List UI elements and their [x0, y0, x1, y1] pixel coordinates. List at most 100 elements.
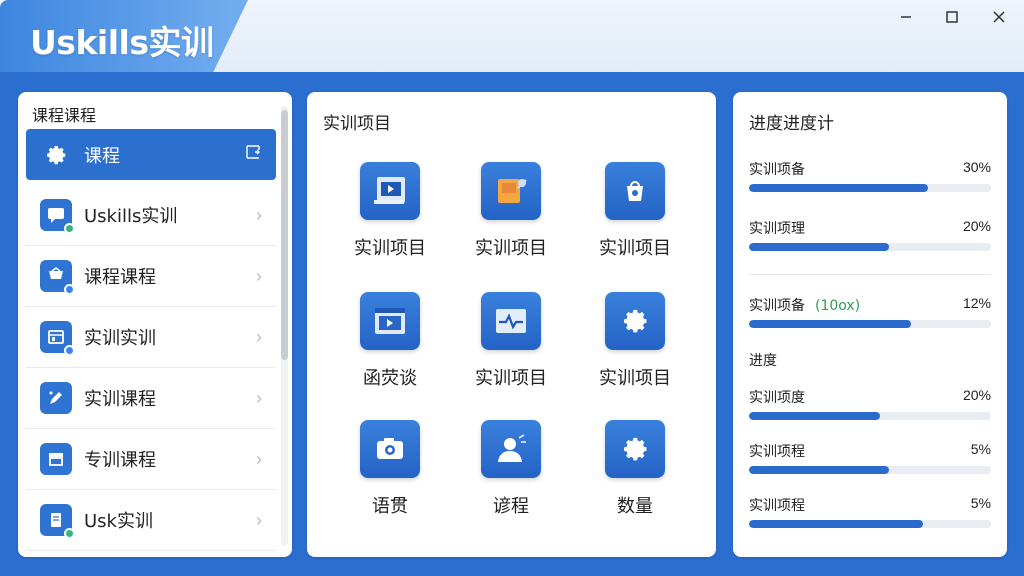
user-icon: [481, 420, 541, 478]
scrollbar-thumb[interactable]: [281, 110, 288, 360]
sidebar-item-label: Usk实训: [84, 511, 153, 532]
sidebar-item-special-course[interactable]: 专训课程 ›: [26, 429, 276, 490]
sidebar-list: 课程 Uskills实训 › 课程课程 › 实训实训 › 实训课程 › 专训课程…: [26, 129, 276, 551]
progress-value: 20%: [962, 387, 991, 403]
sidebar-scrollbar[interactable]: [281, 106, 288, 546]
progress-panel: 进度进度计 实训项备 30% 实训项理 20% 实训项备 (10ox) 12% 进…: [733, 92, 1007, 557]
project-tile[interactable]: 实训项目: [466, 292, 556, 412]
sidebar-item-uskills[interactable]: Uskills实训 ›: [26, 185, 276, 246]
projects-title: 实训项目: [323, 114, 391, 134]
progress-row: 实训项备 (10ox) 12%: [749, 295, 991, 328]
chevron-right-icon: ›: [256, 204, 262, 225]
project-tile-label: 谚程: [493, 496, 529, 517]
project-tile-label: 实训项目: [354, 238, 426, 259]
progress-note: (10ox): [815, 298, 861, 314]
puzzle-icon: [481, 162, 541, 220]
gear-icon: [40, 139, 72, 171]
sidebar-item-label: 课程: [84, 145, 120, 167]
camera-icon: [360, 420, 420, 478]
sidebar-item-training-course[interactable]: 实训课程 ›: [26, 368, 276, 429]
chevron-right-icon: ›: [256, 509, 262, 530]
project-tile-label: 实训项目: [475, 368, 547, 389]
chevron-right-icon: ›: [256, 387, 262, 408]
project-tile[interactable]: 语贯: [345, 420, 435, 540]
chevron-right-icon: ›: [256, 326, 262, 347]
progress-label: 实训项程: [749, 498, 805, 514]
project-tile[interactable]: 实训项目: [345, 162, 435, 282]
shop-icon: [40, 443, 72, 475]
video-icon: [360, 162, 420, 220]
gear-icon: [605, 292, 665, 350]
progress-track: [749, 520, 991, 528]
progress-label: 实训项度: [749, 390, 805, 406]
chevron-right-icon: ›: [256, 448, 262, 469]
sidebar-item-usk[interactable]: Usk实训 ›: [26, 490, 276, 551]
progress-fill: [749, 412, 880, 420]
gear-icon: [605, 420, 665, 478]
edit-icon: [40, 382, 72, 414]
pulse-icon: [481, 292, 541, 350]
progress-value: 20%: [962, 218, 991, 234]
document-icon: [40, 504, 75, 539]
project-tile-label: 语贯: [372, 496, 408, 517]
project-tile[interactable]: 谚程: [466, 420, 556, 540]
store-icon: [40, 321, 75, 356]
chevron-right-icon: ›: [256, 265, 262, 286]
progress-row: 实训项理 20%: [749, 218, 991, 251]
project-tile[interactable]: 函荧谈: [345, 292, 435, 412]
minimize-button[interactable]: [895, 6, 917, 28]
project-tile[interactable]: 实训项目: [590, 292, 680, 412]
progress-label: 实训项程: [749, 444, 805, 460]
sidebar-item-label: 专训课程: [84, 450, 156, 471]
bag-icon: [605, 162, 665, 220]
progress-value: 5%: [970, 441, 991, 457]
cart-icon: [40, 260, 75, 295]
maximize-button[interactable]: [941, 6, 963, 28]
progress-label: 实训项理: [749, 221, 805, 237]
progress-value: 30%: [962, 159, 991, 175]
chat-icon: [40, 199, 75, 234]
progress-title: 进度进度计: [749, 114, 834, 134]
progress-track: [749, 320, 991, 328]
progress-track: [749, 184, 991, 192]
brand-banner: Uskills实训: [0, 0, 248, 72]
divider: [749, 274, 991, 275]
progress-row: 实训项程 5%: [749, 495, 991, 528]
progress-label: 实训项备 (10ox): [749, 298, 861, 314]
progress-track: [749, 243, 991, 251]
sidebar-item-label: Uskills实训: [84, 206, 178, 227]
project-tile[interactable]: 实训项目: [590, 162, 680, 282]
sidebar-item-label: 实训课程: [84, 389, 156, 410]
sidebar-title: 课程课程: [32, 106, 97, 125]
sidebar-item-label: 课程课程: [84, 267, 156, 288]
project-tile-label: 实训项目: [599, 238, 671, 259]
progress-row: 实训项度 20%: [749, 387, 991, 420]
project-tile-label: 数量: [617, 496, 653, 517]
project-tile[interactable]: 数量: [590, 420, 680, 540]
sidebar-item-course[interactable]: 课程: [26, 129, 276, 180]
title-bar: Uskills实训: [0, 0, 1024, 72]
close-button[interactable]: [988, 6, 1010, 28]
close-icon: [993, 11, 1005, 23]
progress-value: 12%: [962, 295, 991, 311]
progress-fill: [749, 520, 924, 528]
minimize-icon: [901, 16, 911, 18]
project-tile[interactable]: 实训项目: [466, 162, 556, 282]
progress-track: [749, 412, 991, 420]
project-tile-label: 实训项目: [475, 238, 547, 259]
progress-track: [749, 466, 991, 474]
projects-panel: 实训项目 实训项目 实训项目 实训项目 函荧谈 实训项目 实训项目 语贯 谚程 …: [307, 92, 716, 557]
progress-row: 实训项程 5%: [749, 441, 991, 474]
progress-label: 实训项备: [749, 162, 805, 178]
progress-section-label: 进度: [749, 353, 777, 369]
sidebar-item-label: 实训实训: [84, 328, 156, 349]
sidebar-item-course-course[interactable]: 课程课程 ›: [26, 246, 276, 307]
sidebar-item-training[interactable]: 实训实训 ›: [26, 307, 276, 368]
progress-fill: [749, 184, 929, 192]
progress-fill: [749, 466, 890, 474]
progress-row: 实训项备 30%: [749, 159, 991, 192]
media-window-icon: [360, 292, 420, 350]
app-title: Uskills实训: [30, 23, 214, 62]
progress-fill: [749, 243, 890, 251]
project-tile-label: 实训项目: [599, 368, 671, 389]
